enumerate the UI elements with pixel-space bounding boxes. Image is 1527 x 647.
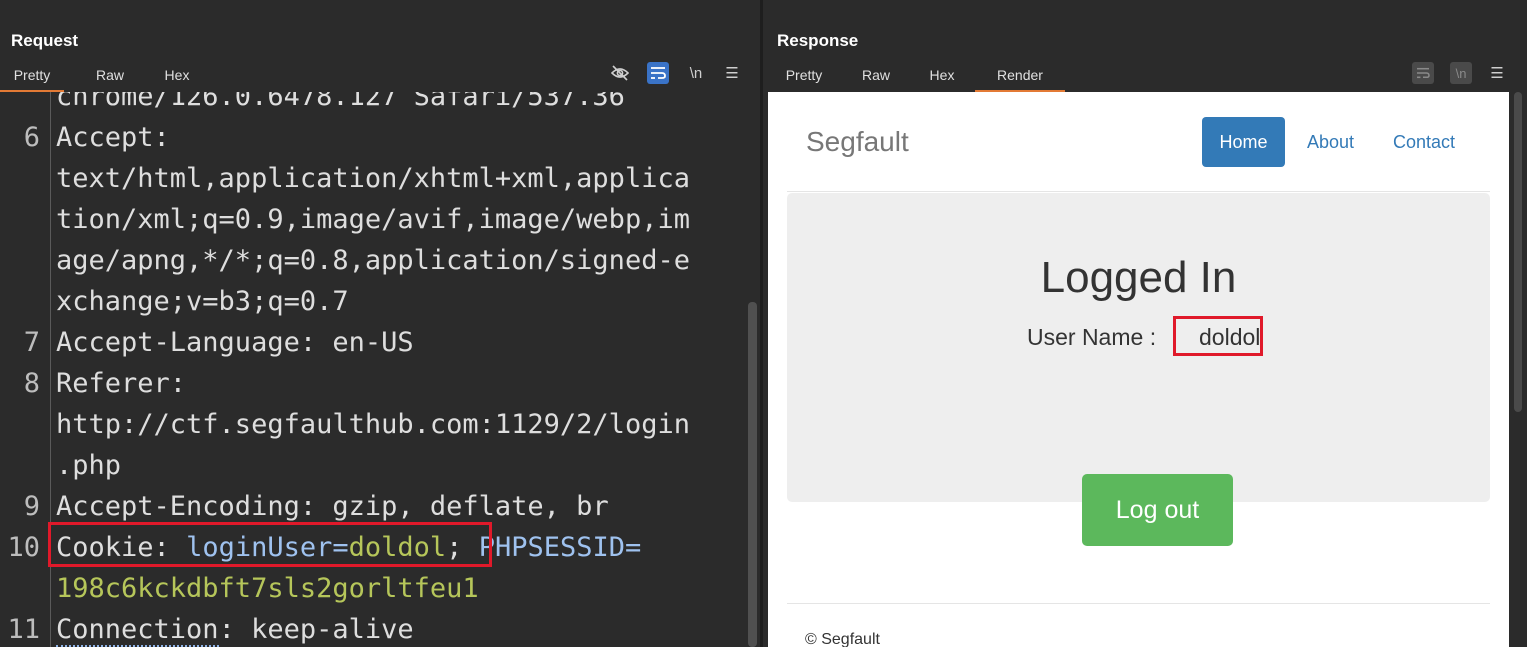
line-number: 7 [23, 327, 40, 358]
request-tab-raw[interactable]: Raw [82, 62, 138, 90]
line-number [0, 92, 40, 117]
code-token: PHPSESSID= [478, 532, 642, 563]
code-line[interactable]: .php [56, 445, 121, 486]
code-line[interactable]: chrome/126.0.6478.127 Safari/537.36 [56, 92, 625, 117]
code-token: Accept: [56, 122, 170, 153]
site-brand[interactable]: Segfault [806, 126, 909, 158]
line-number [0, 404, 40, 445]
code-token: : gzip, deflate, br [299, 491, 609, 522]
code-token: .php [56, 450, 122, 481]
eye-off-icon[interactable] [609, 62, 631, 84]
line-number [0, 281, 40, 322]
request-tab-pretty[interactable]: Pretty [0, 62, 64, 92]
nav-about-link[interactable]: About [1307, 132, 1354, 153]
code-line[interactable]: Connection: keep-alive [56, 609, 414, 647]
line-number [0, 445, 40, 486]
code-line[interactable]: age/apng,*/*;q=0.8,application/signed-e [56, 240, 690, 281]
user-name-label: User Name : [1027, 324, 1157, 350]
line-number: 10 [7, 532, 40, 563]
code-line[interactable]: 198c6kckdbft7sls2gorltfeu1 [56, 568, 479, 609]
newline-toggle[interactable]: \n [1450, 62, 1472, 84]
response-tab-hex[interactable]: Hex [915, 62, 969, 90]
rendered-page: Segfault Home About Contact Logged In Us… [768, 92, 1509, 647]
line-number [0, 568, 40, 609]
code-token: chrome/126.0.6478.127 Safari/537.36 [56, 92, 625, 112]
login-status-panel: Logged In User Name : doldol Log out [787, 193, 1490, 546]
word-wrap-icon[interactable] [1412, 62, 1434, 84]
response-scroll-thumb[interactable] [1514, 92, 1522, 412]
line-number [0, 199, 40, 240]
request-scroll-thumb[interactable] [748, 302, 757, 647]
line-number [0, 240, 40, 281]
code-line[interactable]: Accept-Encoding: gzip, deflate, br [56, 486, 609, 527]
code-token: : en-US [299, 327, 414, 358]
response-title: Response [777, 31, 859, 50]
cookie-highlight-box [48, 522, 492, 567]
navbar-divider [787, 191, 1490, 192]
response-scrollbar[interactable] [1509, 92, 1527, 647]
username-highlight-box [1173, 316, 1263, 356]
nav-contact-link[interactable]: Contact [1393, 132, 1455, 153]
footer-text: © Segfault [805, 631, 880, 647]
line-number: 6 [23, 122, 40, 153]
code-token: : keep-alive [218, 614, 414, 645]
code-token: Accept-Language [56, 327, 300, 358]
code-token: Referer: [56, 368, 187, 399]
code-token: tion/xml;q=0.9,image/avif,image/webp,im [56, 204, 690, 235]
newline-toggle[interactable]: \n [685, 62, 707, 84]
line-number: 8 [23, 368, 40, 399]
response-tab-render[interactable]: Render [975, 62, 1065, 92]
line-number: 11 [7, 614, 40, 645]
code-token: http://ctf.segfaulthub.com:1129/2/login [56, 409, 690, 440]
logout-button[interactable]: Log out [1082, 474, 1233, 546]
code-line[interactable]: text/html,application/xhtml+xml,applica [56, 158, 690, 199]
logged-in-heading: Logged In [1040, 253, 1237, 302]
code-line[interactable]: Accept: [56, 117, 170, 158]
code-token: age/apng,*/*;q=0.8,application/signed-e [56, 245, 690, 276]
response-tab-raw[interactable]: Raw [849, 62, 903, 90]
line-number [0, 158, 40, 199]
code-line[interactable]: tion/xml;q=0.9,image/avif,image/webp,im [56, 199, 690, 240]
code-token: 198c6kckdbft7sls2gorltfeu1 [56, 573, 479, 604]
request-scrollbar[interactable] [746, 92, 760, 647]
response-tab-pretty[interactable]: Pretty [769, 62, 839, 90]
footer-divider [787, 603, 1490, 604]
code-line[interactable]: http://ctf.segfaulthub.com:1129/2/login [56, 404, 690, 445]
code-token: Accept-Encoding [56, 491, 300, 522]
hamburger-icon[interactable]: ☰ [721, 62, 743, 84]
request-tab-hex[interactable]: Hex [150, 62, 204, 90]
code-token: xchange;v=b3;q=0.7 [56, 286, 349, 317]
request-panel: Request Pretty Raw Hex \n ☰ chrome/126.0… [0, 0, 760, 647]
code-token: text/html,application/xhtml+xml,applica [56, 163, 690, 194]
word-wrap-icon[interactable] [647, 62, 669, 84]
code-line[interactable]: Referer: [56, 363, 186, 404]
nav-home-link[interactable]: Home [1202, 117, 1285, 167]
code-token: Connection [56, 614, 219, 647]
line-number: 9 [23, 491, 40, 522]
code-line[interactable]: Accept-Language: en-US [56, 322, 414, 363]
hamburger-icon[interactable]: ☰ [1486, 62, 1508, 84]
code-line[interactable]: xchange;v=b3;q=0.7 [56, 281, 349, 322]
request-title: Request [11, 31, 79, 50]
